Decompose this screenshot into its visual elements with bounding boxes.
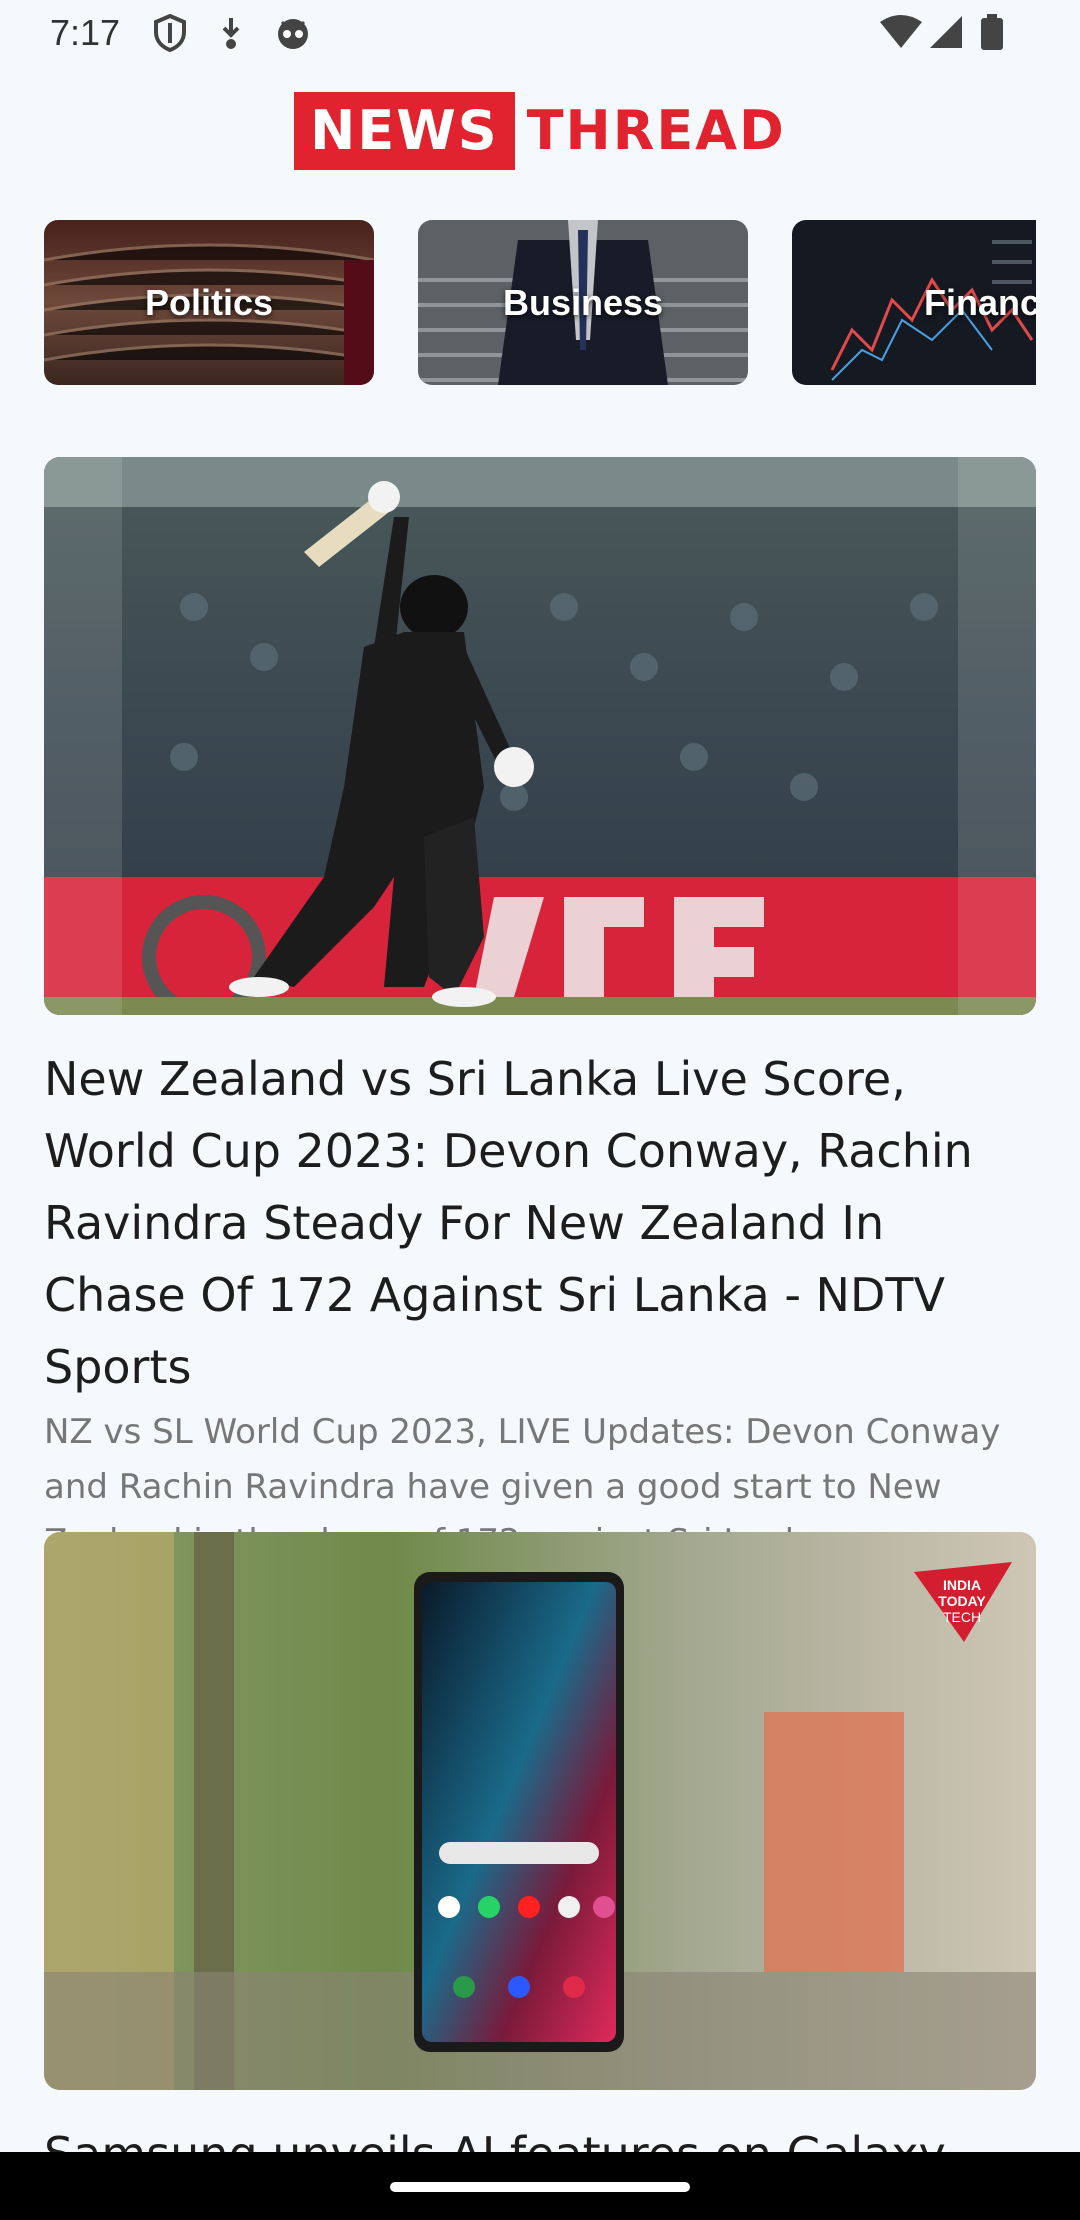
status-bar: 7:17 [0,0,1080,66]
logo-thread: THREAD [526,99,786,162]
shield-icon [154,14,186,52]
download-icon [222,18,240,49]
cricket-image [44,457,1036,1015]
category-label: Finance [923,281,1036,323]
article-image: INDIA TODAY TECH [44,1532,1036,2090]
category-finance[interactable]: Finance [792,220,1036,385]
article-card[interactable]: New Zealand vs Sri Lanka Live Score, Wor… [44,457,1036,1570]
svg-text:TODAY: TODAY [938,1593,986,1609]
category-label: Business [502,281,664,323]
logo-news: NEWS [294,92,515,170]
article-card[interactable]: INDIA TODAY TECH Samsung unveils AI feat… [44,1532,1036,2190]
battery-icon [981,14,1003,50]
svg-text:TECH: TECH [943,1609,981,1625]
wifi-icon [880,15,922,48]
robot-icon [278,19,308,49]
category-politics[interactable]: Politics [44,220,374,385]
status-time: 7:17 [50,12,121,53]
navigation-bar [0,2152,1080,2220]
category-list: Politics Business Finance [44,220,1036,385]
category-label: Politics [144,281,274,323]
article-image [44,457,1036,1015]
article-headline: New Zealand vs Sri Lanka Live Score, Wor… [44,1052,973,1394]
category-business[interactable]: Business [418,220,748,385]
signal-icon [930,16,962,48]
app-logo: NEWS THREAD [0,92,1080,170]
home-gesture-handle[interactable] [390,2182,690,2192]
phone-image: INDIA TODAY TECH [44,1532,1036,2090]
svg-text:INDIA: INDIA [943,1577,981,1593]
